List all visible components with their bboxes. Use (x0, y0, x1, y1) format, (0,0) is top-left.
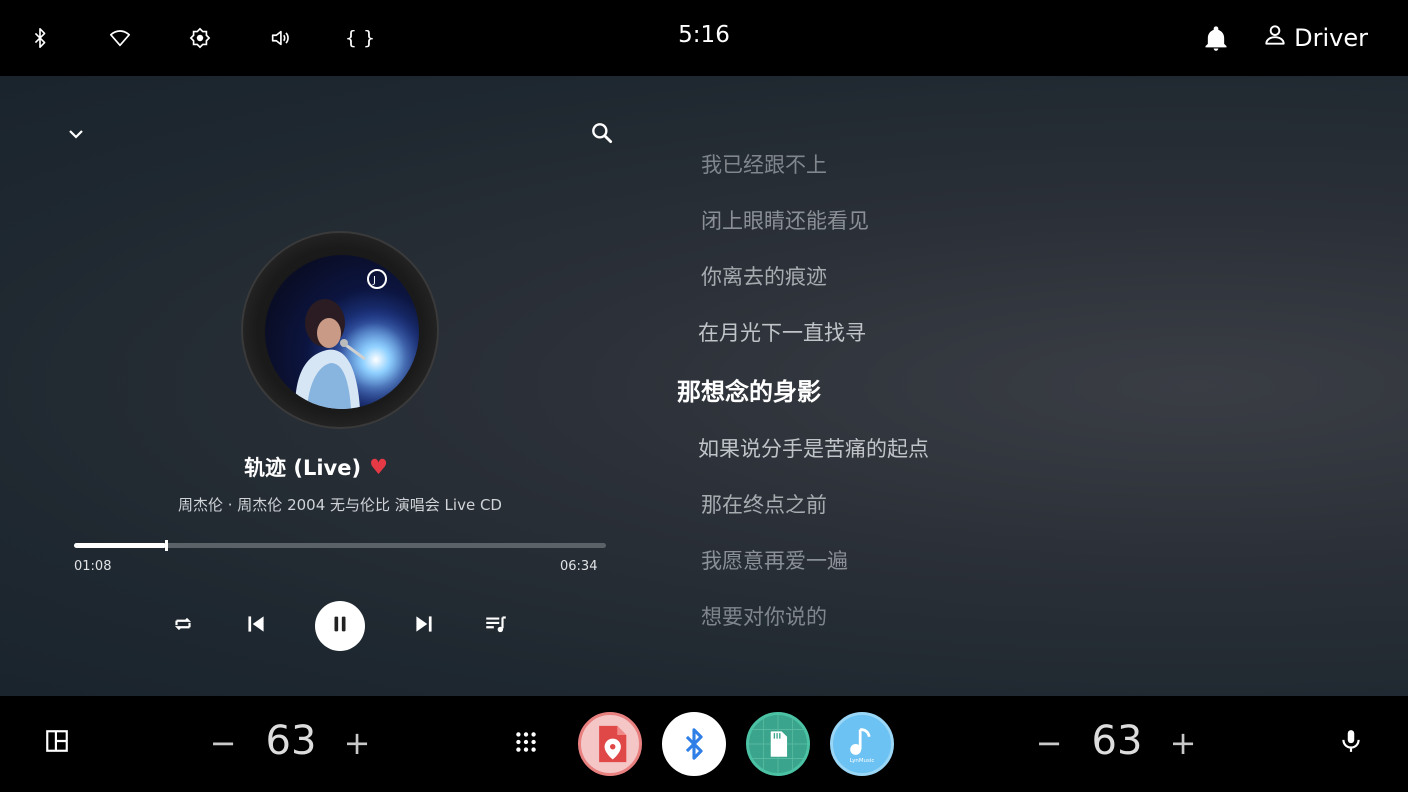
album-cover: J (265, 255, 419, 409)
sdcard-app-icon[interactable] (746, 712, 810, 776)
chevron-down-icon (64, 122, 88, 150)
pause-icon (329, 613, 351, 639)
pause-button[interactable] (315, 601, 365, 651)
lyric-line-active[interactable]: 那想念的身影 (677, 372, 821, 407)
lyric-line[interactable]: 如果说分手是苦痛的起点 (698, 433, 929, 463)
lyric-line[interactable]: 那在终点之前 (701, 489, 827, 519)
search-button[interactable] (586, 119, 618, 151)
lynmusic-label: LynMusic (850, 758, 875, 764)
left-volume-up-button[interactable]: + (342, 724, 372, 762)
left-volume-value: 63 (265, 718, 317, 764)
right-volume-up-button[interactable]: + (1168, 724, 1198, 762)
lyric-line[interactable]: 我已经跟不上 (701, 149, 827, 179)
bluetooth-app-icon[interactable] (662, 712, 726, 776)
queue-button[interactable] (476, 606, 516, 646)
next-button[interactable] (404, 606, 444, 646)
lyric-line[interactable]: 在月光下一直找寻 (698, 317, 866, 347)
lyric-line[interactable]: 闭上眼睛还能看见 (701, 205, 869, 235)
person-icon (1262, 22, 1288, 54)
lyric-line[interactable]: 你离去的痕迹 (701, 261, 827, 291)
album-disc: J (241, 231, 439, 429)
collapse-button[interactable] (60, 120, 92, 152)
repeat-button[interactable] (163, 606, 203, 646)
maps-app-icon[interactable] (578, 712, 642, 776)
song-title-text: 轨迹 (Live) (244, 456, 362, 480)
left-volume-down-button[interactable]: − (208, 724, 238, 762)
split-screen-button[interactable] (42, 728, 72, 758)
right-volume-down-button[interactable]: − (1034, 724, 1064, 762)
current-time: 01:08 (74, 559, 112, 574)
progress-bar[interactable] (74, 540, 606, 551)
voice-assistant-button[interactable] (1336, 728, 1366, 758)
queue-icon (483, 611, 509, 641)
progress-fill (74, 543, 167, 548)
repeat-icon (170, 611, 196, 641)
user-profile-button[interactable]: Driver (1262, 22, 1368, 54)
svg-text:J: J (372, 275, 376, 286)
clock: 5:16 (678, 22, 730, 48)
total-time: 06:34 (560, 559, 598, 574)
bottom-dock: − 63 + LynMusic − 63 + (0, 696, 1408, 792)
song-artist-album: 周杰伦 · 周杰伦 2004 无与伦比 演唱会 Live CD (178, 496, 502, 514)
lynmusic-app-icon[interactable]: LynMusic (830, 712, 894, 776)
music-player: J 轨迹 (Live) ♥ 周杰伦 · 周杰伦 2004 无与伦比 演唱会 Liv… (0, 76, 1408, 696)
right-volume-value: 63 (1091, 718, 1143, 764)
previous-icon (243, 611, 269, 641)
lyric-line[interactable]: 我愿意再爱一遍 (701, 545, 848, 575)
app-grid-icon (513, 729, 539, 759)
previous-button[interactable] (236, 606, 276, 646)
microphone-icon (1338, 728, 1364, 758)
search-icon (589, 120, 615, 150)
app-grid-button[interactable] (510, 728, 542, 760)
status-bar: { } 5:16 Driver (0, 0, 1408, 76)
next-icon (411, 611, 437, 641)
notification-icon[interactable] (1200, 22, 1232, 54)
progress-handle[interactable] (165, 540, 169, 551)
lyric-line[interactable]: 想要对你说的 (701, 601, 827, 631)
song-title: 轨迹 (Live) ♥ (0, 452, 632, 482)
heart-icon[interactable]: ♥ (369, 455, 388, 479)
layout-icon (44, 728, 70, 758)
user-name: Driver (1294, 24, 1368, 52)
